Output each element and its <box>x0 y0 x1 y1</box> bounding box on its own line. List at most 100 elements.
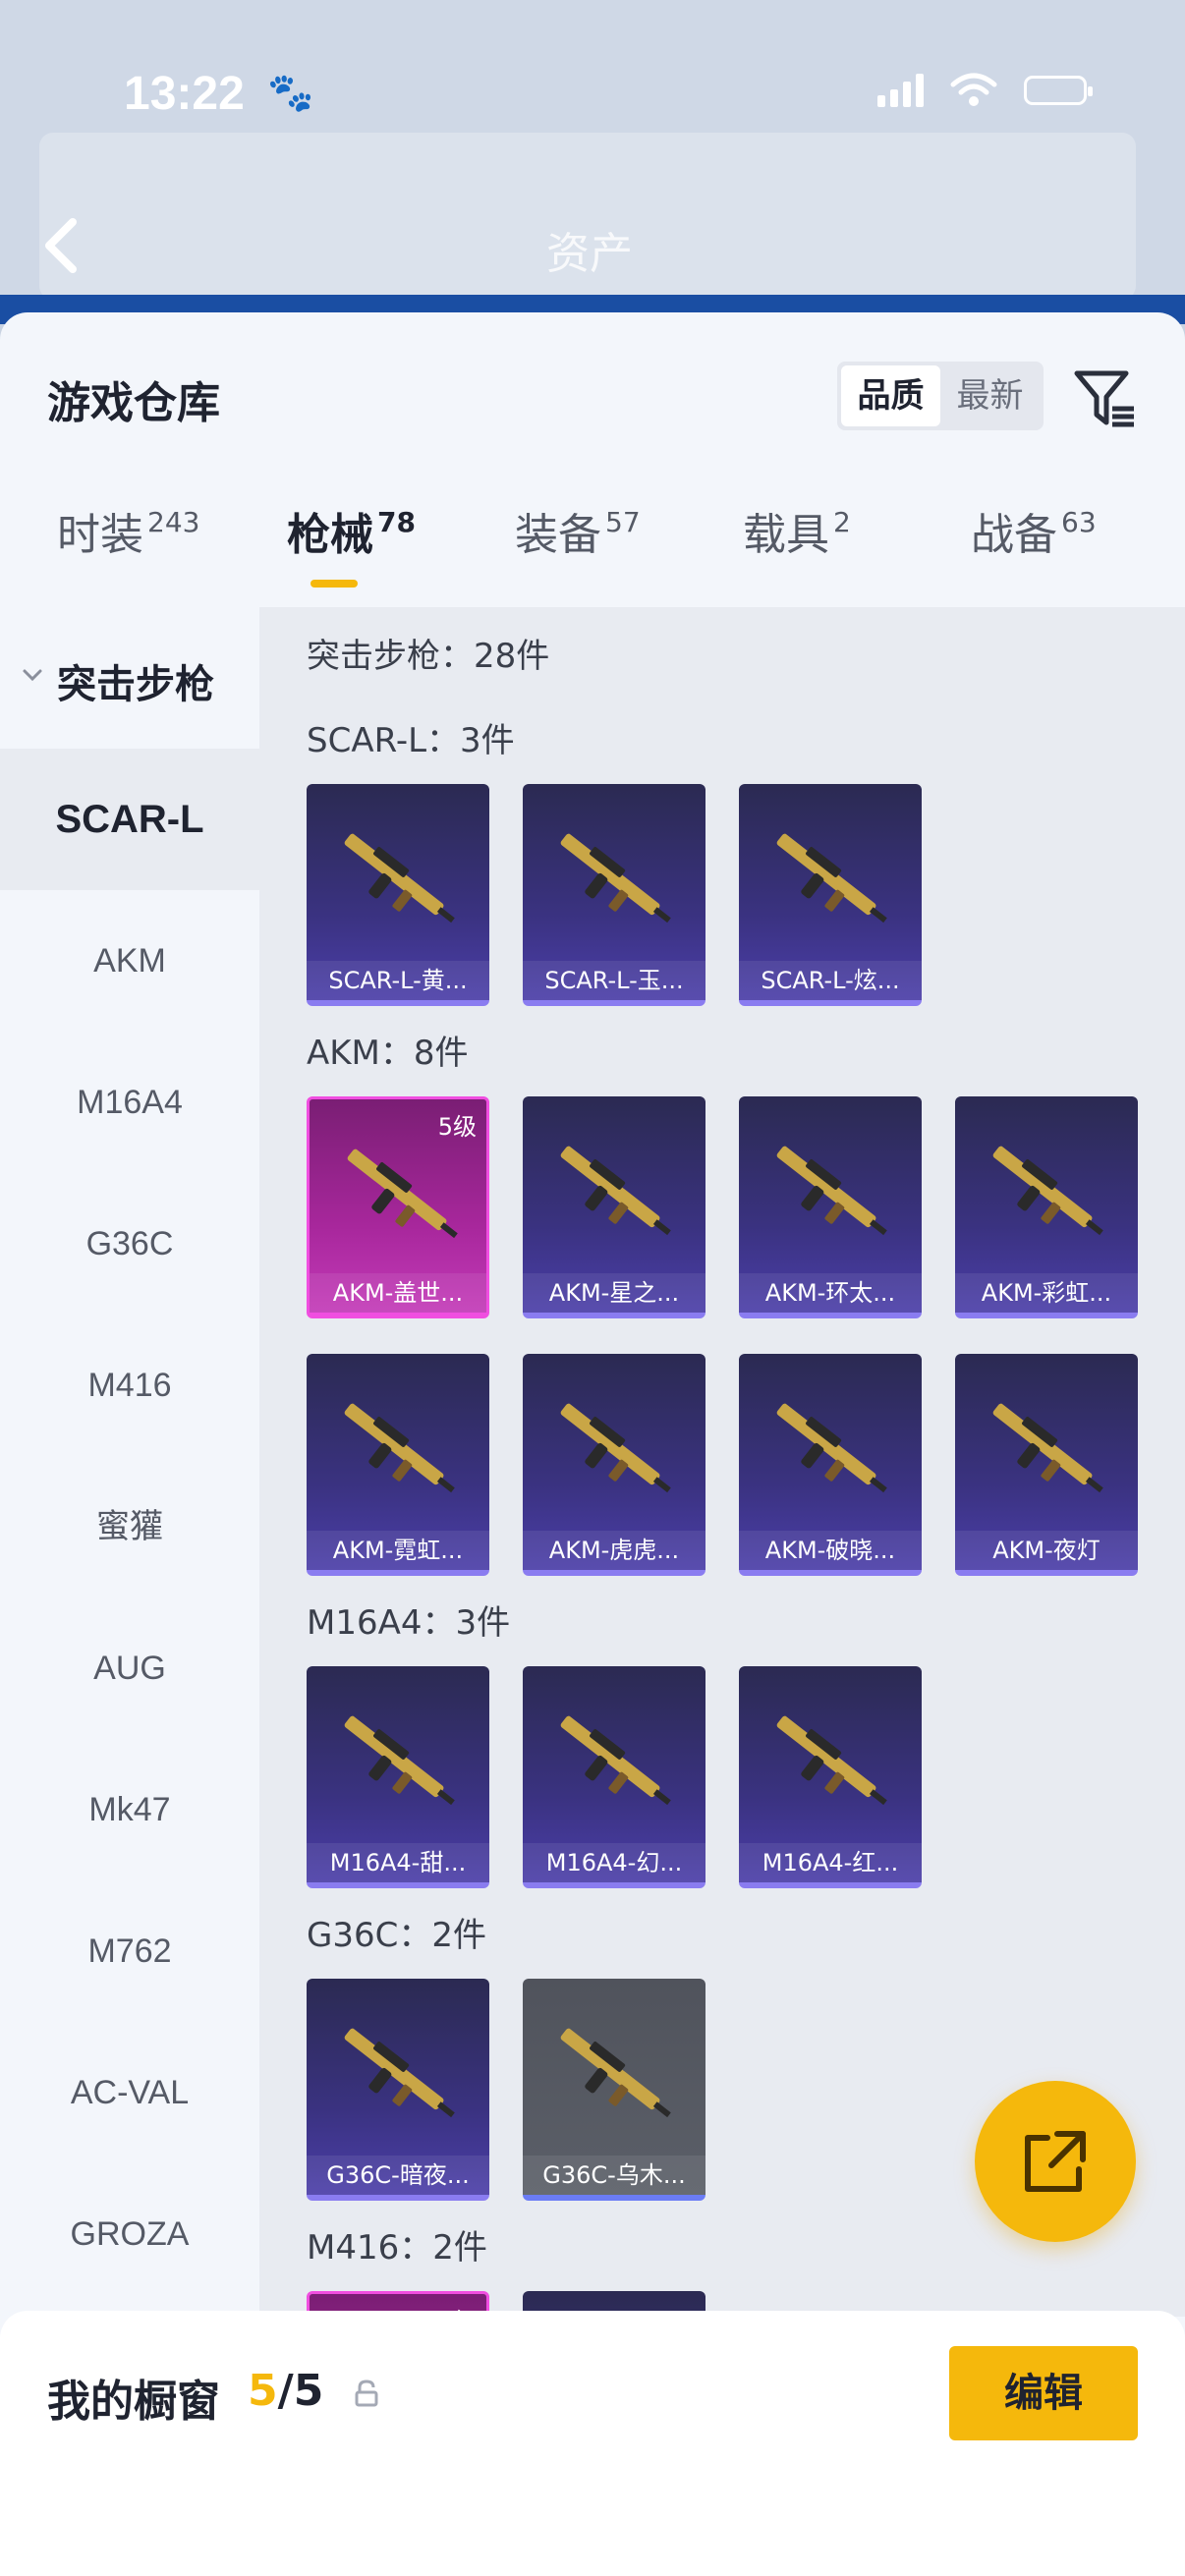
section-label-m416: M416：2件 <box>307 2228 487 2268</box>
weapon-card-name: AKM-虎虎... <box>523 1531 705 1570</box>
weapon-card[interactable]: G36C-乌木... <box>523 1979 705 2201</box>
nav-group-assault-rifles[interactable]: 突击步枪 <box>0 607 259 749</box>
weapon-card[interactable]: SCAR-L-黄... <box>307 784 489 1006</box>
signal-icon <box>877 74 924 107</box>
gun-icon <box>540 813 688 941</box>
gun-icon <box>973 1383 1120 1511</box>
nav-item-g36c[interactable]: G36C <box>0 1173 259 1315</box>
chevron-down-icon <box>23 669 42 682</box>
weapon-type-nav: 突击步枪 SCAR-L AKM M16A4 G36C M416 蜜獾 AUG M… <box>0 607 259 2576</box>
gun-icon <box>324 1696 472 1823</box>
weapon-card[interactable]: SCAR-L-玉... <box>523 784 705 1006</box>
share-button[interactable] <box>975 2081 1136 2242</box>
status-bar: 13:22 🐾 <box>0 59 1185 128</box>
weapon-card[interactable]: AKM-虎虎... <box>523 1354 705 1576</box>
weapon-card-name: M16A4-红... <box>739 1843 922 1882</box>
weapon-card[interactable]: AKM-彩虹... <box>955 1096 1138 1318</box>
back-arrow-icon[interactable] <box>41 216 81 275</box>
weapon-card-name: M16A4-幻... <box>523 1843 705 1882</box>
background-title: 资产 <box>546 229 633 279</box>
weapon-card[interactable]: M16A4-幻... <box>523 1666 705 1888</box>
tab-equipment[interactable]: 装备 57 <box>515 499 641 562</box>
sheet-title: 游戏仓库 <box>47 378 220 428</box>
sort-toggle: 品质 最新 <box>837 362 1044 430</box>
category-tabs: 时装 243 枪械 78 装备 57 载具 2 战备 63 <box>0 499 1185 607</box>
gun-icon <box>324 1383 472 1511</box>
weapon-card-name: AKM-盖世... <box>310 1273 486 1313</box>
weapon-card-name: G36C-暗夜... <box>307 2156 489 2195</box>
weapon-card-name: AKM-星之... <box>523 1273 705 1313</box>
nav-item-ac-val[interactable]: AC-VAL <box>0 2022 259 2163</box>
nav-item-akm[interactable]: AKM <box>0 890 259 1032</box>
tab-guns[interactable]: 枪械 78 <box>287 499 416 562</box>
gun-icon <box>327 1129 475 1257</box>
gun-icon <box>324 813 472 941</box>
filter-icon[interactable] <box>1071 364 1140 432</box>
gun-icon <box>757 1696 904 1823</box>
weapon-card-name: AKM-霓虹... <box>307 1531 489 1570</box>
section-label-g36c: G36C：2件 <box>307 1916 486 1955</box>
lock-icon <box>355 2380 378 2407</box>
nav-item-honey-badger[interactable]: 蜜獾 <box>0 1456 259 1597</box>
section-label-scar-l: SCAR-L：3件 <box>307 721 515 760</box>
weapon-card-name: AKM-环太... <box>739 1273 922 1313</box>
weapon-card-name: M16A4-甜... <box>307 1843 489 1882</box>
edit-button[interactable]: 编辑 <box>949 2346 1138 2440</box>
weapon-card[interactable]: G36C-暗夜... <box>307 1979 489 2201</box>
status-time: 13:22 <box>124 68 245 120</box>
sheet-header: 游戏仓库 品质 最新 <box>0 312 1185 430</box>
weapon-card[interactable]: AKM-霓虹... <box>307 1354 489 1576</box>
warehouse-sheet: 游戏仓库 品质 最新 时装 243 枪械 78 装备 57 载具 2 战备 63 突击步枪… <box>0 312 1185 2576</box>
section-label-m16a4: M16A4：3件 <box>307 1603 511 1643</box>
sort-option-latest[interactable]: 最新 <box>940 365 1040 426</box>
gun-icon <box>757 1383 904 1511</box>
section-label-akm: AKM：8件 <box>307 1034 469 1073</box>
weapon-card[interactable]: M16A4-红... <box>739 1666 922 1888</box>
gun-icon <box>973 1126 1120 1254</box>
nav-item-groza[interactable]: GROZA <box>0 2163 259 2305</box>
gun-icon <box>540 2008 688 2136</box>
gun-icon <box>540 1696 688 1823</box>
weapon-card-name: SCAR-L-玉... <box>523 961 705 1000</box>
nav-item-m762[interactable]: M762 <box>0 1880 259 2022</box>
nav-group-label: 突击步枪 <box>57 662 214 707</box>
gun-icon <box>540 1383 688 1511</box>
tab-fashion[interactable]: 时装 243 <box>57 499 199 562</box>
share-icon <box>1025 2131 1086 2192</box>
wifi-icon <box>949 73 998 108</box>
weapon-card-name: AKM-彩虹... <box>955 1273 1138 1313</box>
weapon-card-name: G36C-乌木... <box>523 2156 705 2195</box>
nav-item-scar-l[interactable]: SCAR-L <box>0 749 259 890</box>
weapon-card[interactable]: AKM-星之... <box>523 1096 705 1318</box>
weapon-grid: 突击步枪：28件 SCAR-L：3件 SCAR-L-黄... SCAR-L-玉.… <box>259 607 1185 2317</box>
weapon-card[interactable]: AKM-夜灯 <box>955 1354 1138 1576</box>
gun-icon <box>324 2008 472 2136</box>
weapon-card[interactable]: 5级 AKM-盖世... <box>307 1096 489 1318</box>
tab-vehicles[interactable]: 载具 2 <box>743 499 851 562</box>
gun-icon <box>540 1126 688 1254</box>
weapon-card-name: AKM-夜灯 <box>955 1531 1138 1570</box>
total-count-label: 突击步枪：28件 <box>307 637 550 676</box>
weapon-card-name: AKM-破晓... <box>739 1531 922 1570</box>
battery-icon <box>1024 76 1093 105</box>
paw-icon: 🐾 <box>267 71 314 114</box>
nav-item-mk47[interactable]: Mk47 <box>0 1739 259 1880</box>
weapon-card[interactable]: AKM-破晓... <box>739 1354 922 1576</box>
showcase-label: 我的橱窗 <box>47 2377 220 2427</box>
weapon-card[interactable]: AKM-环太... <box>739 1096 922 1318</box>
weapon-card[interactable]: M16A4-甜... <box>307 1666 489 1888</box>
weapon-card[interactable]: SCAR-L-炫... <box>739 784 922 1006</box>
nav-item-m416[interactable]: M416 <box>0 1315 259 1456</box>
tab-supplies[interactable]: 战备 63 <box>971 499 1097 562</box>
sort-option-quality[interactable]: 品质 <box>841 365 940 426</box>
showcase-count: 5/5 <box>248 2366 324 2416</box>
weapon-card-name: SCAR-L-炫... <box>739 961 922 1000</box>
showcase-bar: 我的橱窗 5/5 编辑 <box>0 2311 1185 2576</box>
weapon-card-name: SCAR-L-黄... <box>307 961 489 1000</box>
nav-item-aug[interactable]: AUG <box>0 1597 259 1739</box>
active-tab-indicator <box>310 580 358 588</box>
gun-icon <box>757 1126 904 1254</box>
background-screen: 资产 <box>0 0 1185 324</box>
gun-icon <box>757 813 904 941</box>
nav-item-m16a4[interactable]: M16A4 <box>0 1032 259 1173</box>
